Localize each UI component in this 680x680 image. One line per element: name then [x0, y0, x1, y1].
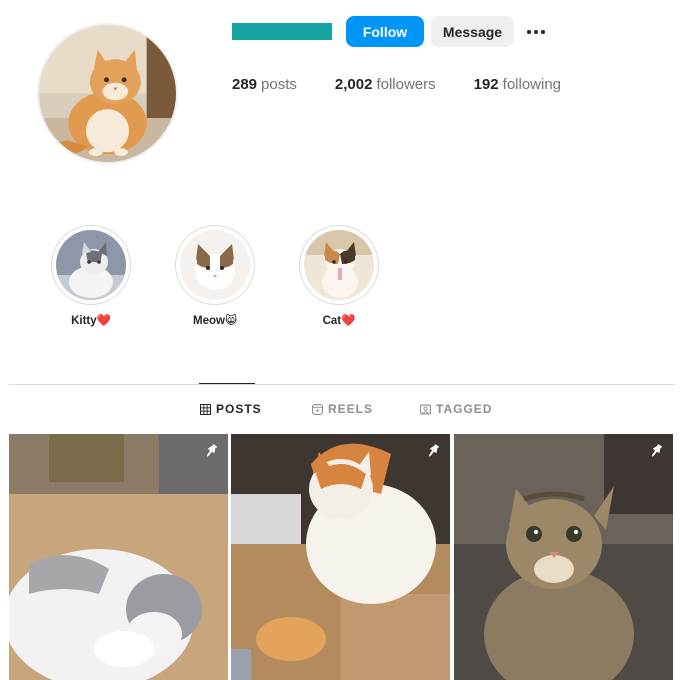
followers-count: 2,002 — [334, 76, 373, 93]
following-label: following — [502, 76, 562, 93]
posts-stat: 289 posts — [232, 76, 297, 93]
tabs-divider — [9, 384, 675, 385]
tab-reels-label: REELS — [328, 402, 374, 416]
highlight-kitty-image — [56, 230, 126, 300]
highlight-label: Meow😸 — [193, 315, 237, 327]
tab-tagged-label: TAGGED — [436, 402, 493, 416]
followers-stat[interactable]: 2,002 followers — [335, 76, 436, 93]
reels-icon — [312, 403, 323, 415]
highlight-meow[interactable]: Meow😸 — [175, 225, 255, 327]
highlight-ring[interactable] — [51, 225, 131, 305]
avatar-cat-image — [39, 25, 176, 162]
tab-posts-label: POSTS — [216, 402, 262, 416]
grid-icon — [200, 403, 211, 415]
followers-label: followers — [376, 76, 436, 93]
highlight-meow-image — [180, 230, 250, 300]
profile-stats: 289 posts 2,002 followers 192 following — [232, 76, 599, 93]
post-3[interactable] — [454, 434, 673, 680]
posts-count: 289 — [232, 76, 258, 93]
following-count: 192 — [473, 76, 499, 93]
post-2-image — [231, 434, 450, 680]
more-dot — [527, 30, 531, 34]
more-horizontal-icon[interactable] — [524, 21, 548, 43]
follow-button[interactable]: Follow — [346, 16, 424, 47]
pin-icon — [428, 444, 440, 457]
username-redacted — [232, 23, 332, 40]
highlight-cat-image — [304, 230, 374, 300]
pin-icon — [651, 444, 663, 457]
profile-avatar[interactable] — [37, 23, 178, 164]
active-tab-indicator — [199, 383, 255, 384]
pin-icon — [206, 444, 218, 457]
highlight-label: Cat❤️ — [322, 315, 356, 327]
message-button[interactable]: Message — [431, 16, 514, 47]
posts-label: posts — [261, 76, 297, 93]
highlight-ring[interactable] — [299, 225, 379, 305]
following-stat[interactable]: 192 following — [474, 76, 561, 93]
tab-tagged[interactable]: TAGGED — [420, 402, 492, 416]
highlight-cat[interactable]: Cat❤️ — [299, 225, 379, 327]
post-3-image — [454, 434, 673, 680]
tab-posts[interactable]: POSTS — [200, 402, 262, 416]
post-2[interactable] — [231, 434, 450, 680]
highlight-label: Kitty❤️ — [71, 315, 111, 327]
tab-reels[interactable]: REELS — [312, 402, 373, 416]
post-1-image — [9, 434, 228, 680]
highlight-kitty[interactable]: Kitty❤️ — [51, 225, 131, 327]
post-1[interactable] — [9, 434, 228, 680]
more-dot — [541, 30, 545, 34]
more-dot — [534, 30, 538, 34]
highlight-ring[interactable] — [175, 225, 255, 305]
tagged-icon — [420, 404, 431, 414]
